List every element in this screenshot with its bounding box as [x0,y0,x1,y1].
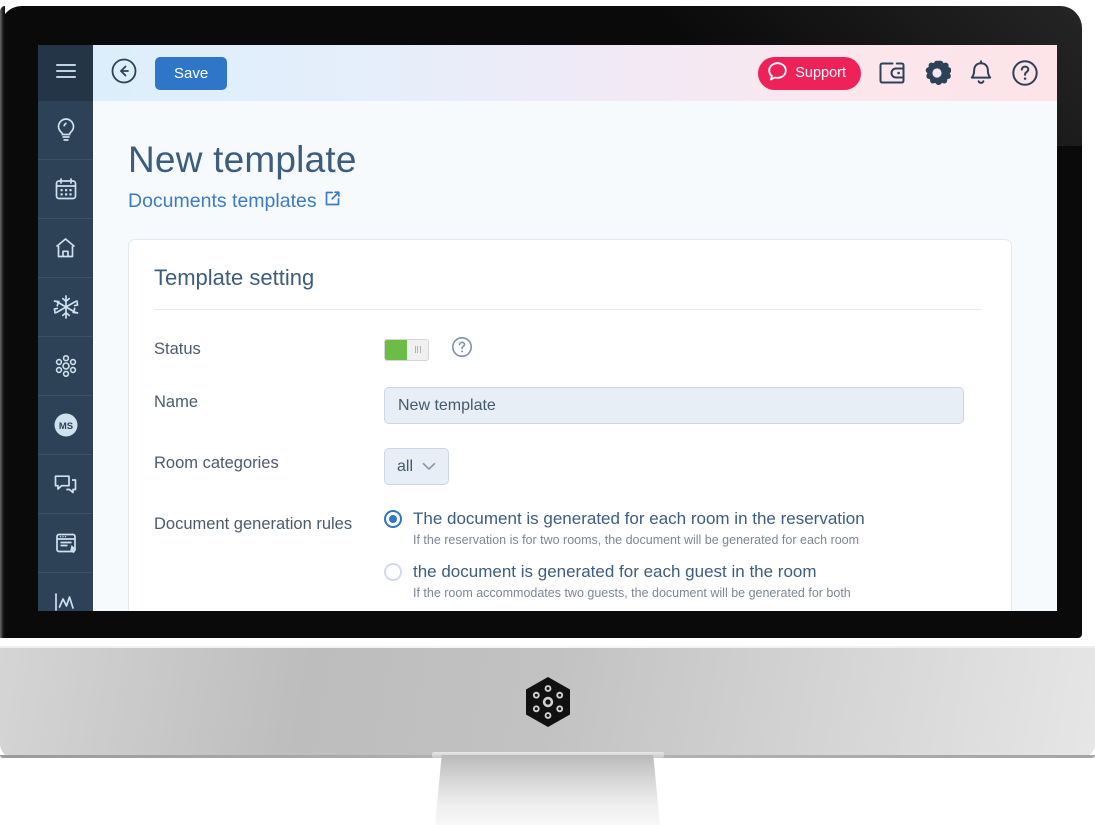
sidebar-item-ms[interactable]: MS [38,396,93,455]
room-categories-label: Room categories [154,454,279,472]
monitor-mockup: MS Save Support New template Documents t… [0,0,1095,825]
chat-bubble-icon [767,61,788,86]
status-toggle[interactable] [384,338,429,361]
radio-per-guest-input[interactable] [384,563,402,581]
wallet-export-icon[interactable] [878,60,906,86]
monitor-stand [435,755,660,825]
radio-option-per-room: The document is generated for each room … [384,509,981,547]
arrow-left-circle-icon [110,57,138,90]
generation-rules-label: Document generation rules [154,515,353,533]
help-circle-icon[interactable] [1011,59,1039,87]
toggle-knob [407,339,428,360]
app-topbar: Save Support [93,45,1057,101]
page-content: New template Documents templates Templat… [93,101,1057,611]
app-sidebar: MS [38,45,93,611]
support-button[interactable]: Support [758,56,861,90]
breadcrumb-label: Documents templates [128,190,317,212]
card-title: Template setting [154,265,981,310]
ms-badge-icon: MS [52,411,80,439]
radio-per-guest-description: If the room accommodates two guests, the… [413,586,851,600]
sidebar-item-ideas[interactable] [38,101,93,160]
snowflake-icon [53,294,79,320]
radio-option-per-guest: the document is generated for each guest… [384,562,981,600]
bell-notifications-icon[interactable] [968,59,994,87]
radio-per-room-description: If the reservation is for two rooms, the… [413,533,860,547]
form-row-room-categories: Room categories all [154,448,981,485]
topbar-actions: Support [758,56,1039,90]
screen-viewport: MS Save Support New template Documents t… [38,45,1057,611]
form-row-status: Status [154,334,981,363]
template-setting-card: Template setting Status Name New templat… [128,239,1012,611]
breadcrumb-documents-templates-link[interactable]: Documents templates [128,190,341,213]
sidebar-item-analytics[interactable] [38,573,93,611]
home-icon [53,236,78,260]
svg-text:MS: MS [58,421,72,432]
molecule-hexagon-icon [54,354,78,378]
form-row-generation-rules: Document generation rules The document i… [154,509,981,611]
hamburger-menu-icon [55,63,77,84]
sidebar-item-documents[interactable] [38,514,93,573]
support-label: Support [795,65,846,81]
sidebar-item-modules[interactable] [38,337,93,396]
status-help-icon[interactable] [451,336,473,363]
form-row-name: Name [154,387,981,424]
radio-per-guest-label: the document is generated for each guest… [413,562,817,581]
radio-per-room-row[interactable]: The document is generated for each room … [384,509,981,529]
gear-settings-icon[interactable] [923,59,951,87]
name-label: Name [154,393,199,411]
page-title: New template [128,139,357,180]
chin-highlight [0,646,1095,648]
room-categories-value: all [397,457,414,475]
external-link-icon [324,190,341,213]
sidebar-menu-toggle[interactable] [38,45,93,101]
hexagon-logo-icon [525,677,571,727]
chart-line-icon [53,591,79,611]
sidebar-item-messages[interactable] [38,455,93,514]
calendar-icon [54,177,78,201]
bezel-left-edge [0,6,5,638]
sidebar-item-snowflake[interactable] [38,278,93,337]
toggle-track-on [385,339,408,360]
chevron-down-icon [422,458,436,476]
monitor-chin [0,646,1095,758]
status-label: Status [154,340,201,358]
sidebar-item-home[interactable] [38,219,93,278]
radio-per-guest-row[interactable]: the document is generated for each guest… [384,562,981,582]
back-button[interactable] [109,58,139,88]
chat-messages-icon [53,472,78,496]
lightbulb-idea-icon [54,117,78,143]
document-cursor-icon [54,531,78,555]
radio-per-room-label: The document is generated for each room … [413,509,865,528]
save-button[interactable]: Save [155,56,228,90]
radio-per-room-input[interactable] [384,510,402,528]
sidebar-item-calendar[interactable] [38,160,93,219]
name-input[interactable] [384,387,964,424]
room-categories-select[interactable]: all [384,448,450,485]
